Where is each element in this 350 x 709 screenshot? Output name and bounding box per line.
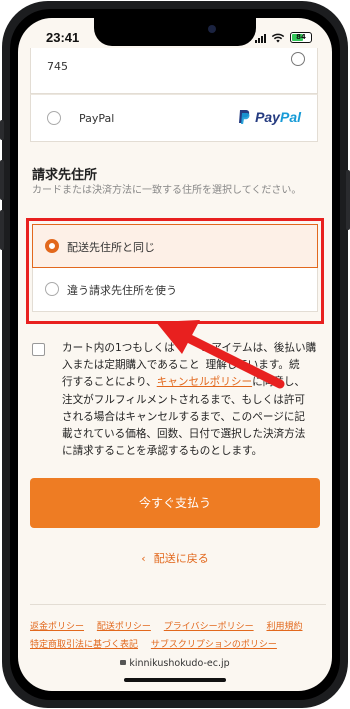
footer-links: 返金ポリシー 配送ポリシー プライバシーポリシー 利用規約 特定商取引法に基づく… (30, 604, 326, 650)
cancellation-policy-link[interactable]: キャンセルポリシー (157, 376, 252, 388)
terms-line: カート内の1つもしくは のアイテムは、後払い購 (62, 342, 317, 354)
url-text: kinnikushokudo-ec.jp (129, 658, 230, 669)
paypal-radio[interactable] (47, 111, 61, 125)
home-indicator[interactable] (124, 678, 226, 682)
paypal-logo-text-pal: Pal (279, 109, 301, 125)
paypal-label: PayPal (79, 112, 115, 125)
terms-line: に請求することを承認するものとします。 (62, 445, 263, 458)
terms-line: 入または定期購入であること 理解しています。続 (62, 359, 300, 372)
refund-policy-link[interactable]: 返金ポリシー (30, 622, 84, 632)
previous-input-value: 745 (47, 60, 68, 73)
camera-icon (208, 25, 216, 33)
privacy-policy-link[interactable]: プライバシーポリシー (164, 622, 254, 632)
terms-checkbox[interactable] (32, 343, 45, 356)
billing-address-title: 請求先住所 (32, 168, 98, 183)
shipping-policy-link[interactable]: 配送ポリシー (97, 622, 151, 632)
terms-text: カート内の1つもしくは のアイテムは、後払い購 入または定期購入であること 理解して… (62, 340, 320, 460)
chevron-left-icon: ‹ (141, 552, 146, 565)
billing-address-description: カードまたは決済方法に一致する住所を選択してください。 (32, 185, 302, 196)
status-icons: 84 (255, 32, 312, 43)
paypal-logo: Pay Pal (237, 109, 301, 125)
pay-now-button[interactable]: 今すぐ支払う (30, 478, 320, 528)
status-time: 23:41 (46, 30, 80, 45)
back-to-shipping-label: 配送に戻る (153, 552, 209, 565)
wifi-icon (271, 33, 285, 42)
terms-line: 行することにより、キャンセルポリシーに同意し、 (62, 376, 306, 389)
terms-of-service-link[interactable]: 利用規約 (266, 622, 302, 632)
phone-side-button (0, 120, 4, 140)
paypal-option[interactable]: PayPal Pay Pal (30, 94, 318, 142)
notch (94, 18, 256, 46)
screen: 745 PayPal Pay Pal 請求先住所 カードまたは決済方法に一致する住… (18, 18, 332, 691)
phone-side-button (0, 160, 4, 200)
url-bar[interactable]: kinnikushokudo-ec.jp (18, 658, 332, 669)
terms-line: 注文がフルフィルメントされるまで、もしくは許可 (62, 393, 306, 406)
footer-row: 特定商取引法に基づく表記 サブスクリプションのポリシー (30, 637, 287, 650)
lock-icon (120, 660, 127, 665)
battery-icon: 84 (290, 32, 312, 43)
commerce-law-link[interactable]: 特定商取引法に基づく表記 (30, 640, 138, 650)
footer-row: 返金ポリシー 配送ポリシー プライバシーポリシー 利用規約 (30, 619, 313, 632)
paypal-logo-text-pay: Pay (255, 109, 280, 125)
phone-side-button (346, 170, 350, 230)
paypal-p-icon (239, 110, 250, 124)
terms-line: される場合はキャンセルするまで、このページに記 (62, 410, 306, 423)
phone-side-button (0, 210, 4, 250)
back-to-shipping-link[interactable]: ‹ 配送に戻る (18, 550, 332, 566)
subscription-policy-link[interactable]: サブスクリプションのポリシー (151, 640, 277, 650)
highlight-box (26, 218, 324, 324)
signal-icon (255, 33, 266, 43)
terms-line: 載されている価格、回数、日付で選択した決済方法 (62, 428, 306, 441)
battery-level: 84 (296, 33, 306, 41)
